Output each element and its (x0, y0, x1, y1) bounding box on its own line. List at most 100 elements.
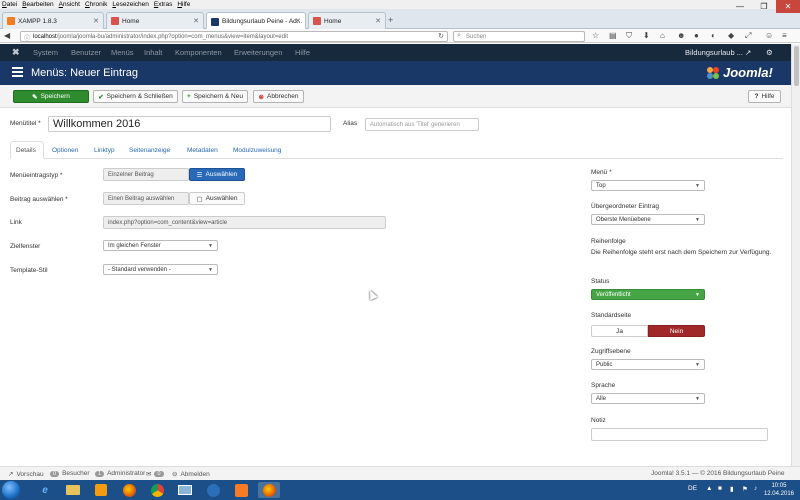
template-style-select[interactable]: - Standard verwenden - ▼ (103, 264, 218, 275)
thunderbird-icon[interactable] (202, 482, 224, 498)
media-player-icon[interactable] (90, 482, 112, 498)
extension-icon[interactable]: ◆ (728, 31, 734, 40)
reload-icon[interactable]: ↻ (438, 32, 444, 40)
language-indicator[interactable]: DE (688, 485, 697, 492)
save-close-button[interactable]: ✔ Speichern & Schließen (93, 90, 178, 103)
menu-title-input[interactable]: Willkommen 2016 (48, 116, 331, 132)
tab-optionen[interactable]: Optionen (47, 141, 83, 159)
default-yes-button[interactable]: Ja (591, 325, 648, 337)
home-icon[interactable]: ⌂ (660, 31, 665, 40)
messages-indicator[interactable]: ✉ 0 (146, 470, 167, 478)
admin-label: Administrator (107, 470, 146, 477)
download-icon[interactable]: ⬇ (643, 31, 650, 40)
logout-link[interactable]: ⊖ Abmelden (172, 470, 210, 479)
app-window-icon[interactable] (174, 482, 196, 498)
system-clock[interactable]: 10:05 12.04.2016 (764, 482, 794, 498)
tab-seitenanzeige[interactable]: Seitenanzeige (124, 141, 175, 159)
nav-hilfe[interactable]: Hilfe (295, 48, 310, 57)
nav-system[interactable]: System (33, 48, 58, 57)
maximize-button[interactable]: ❐ (752, 0, 776, 13)
save-button[interactable]: ✎ Speichern (13, 90, 89, 103)
menu-extras[interactable]: Extras (154, 1, 172, 8)
external-link-icon[interactable]: ↗ (745, 48, 751, 57)
joomla-brand-logo: Joomla! (706, 65, 773, 80)
firefox-active-icon[interactable] (258, 482, 280, 498)
help-button[interactable]: ? Hilfe (748, 90, 781, 103)
extension-icon[interactable]: ● (694, 31, 699, 40)
tab-metadaten[interactable]: Metadaten (182, 141, 223, 159)
tab-details[interactable]: Details (10, 141, 44, 159)
tray-app-icon[interactable]: ■ (718, 485, 722, 492)
select-type-button[interactable]: ☰ Auswählen (189, 168, 245, 181)
internet-explorer-icon[interactable]: e (34, 482, 56, 498)
pocket-icon[interactable]: ⛉ (626, 31, 632, 41)
save-new-button[interactable]: + Speichern & Neu (182, 90, 248, 103)
url-input[interactable]: ⓘ localhost/joomla/joomla-bu/administrat… (20, 31, 448, 42)
joomla-logo-icon[interactable]: ✖ (12, 47, 20, 58)
help-icon: ? (754, 93, 759, 100)
extension-icon[interactable]: ⤢ (745, 31, 751, 41)
nav-benutzer[interactable]: Benutzer (71, 48, 101, 57)
bookmark-star-icon[interactable]: ☆ (592, 31, 599, 40)
reading-list-icon[interactable]: ▤ (609, 31, 617, 40)
xampp-icon[interactable] (230, 482, 252, 498)
tab-modulzuweisung[interactable]: Modulzuweisung (228, 141, 286, 159)
menu-chronik[interactable]: Chronik (85, 1, 107, 8)
menu-datei[interactable]: Datei (2, 1, 17, 8)
flag-icon[interactable]: ⚑ (742, 485, 748, 493)
preview-link[interactable]: ↗ Vorschau (8, 470, 44, 479)
search-input[interactable]: ⌕ Suchen (453, 31, 585, 42)
nav-erweiterungen[interactable]: Erweiterungen (234, 48, 282, 57)
nav-menues[interactable]: Menüs (111, 48, 134, 57)
language-select[interactable]: Alle ▼ (591, 393, 705, 404)
close-icon[interactable]: ✕ (93, 17, 99, 25)
close-window-button[interactable]: ✕ (776, 0, 800, 13)
menu-lesezeichen[interactable]: Lesezeichen (112, 1, 149, 8)
nav-inhalt[interactable]: Inhalt (144, 48, 162, 57)
site-link[interactable]: Bildungsurlaub ... (685, 48, 743, 57)
menu-hilfe[interactable]: Hilfe (177, 1, 190, 8)
access-select[interactable]: Public ▼ (591, 359, 705, 370)
close-icon[interactable]: ✕ (375, 17, 381, 25)
firefox-icon[interactable] (118, 482, 140, 498)
volume-icon[interactable]: ♪ (754, 485, 757, 492)
start-button[interactable] (2, 481, 20, 499)
menu-ansicht[interactable]: Ansicht (59, 1, 80, 8)
user-menu-icon[interactable]: ⚙ (766, 48, 773, 57)
scrollbar-thumb[interactable] (794, 46, 799, 86)
default-no-button[interactable]: Nein (648, 325, 705, 337)
chat-icon[interactable]: ☺ (765, 31, 773, 40)
parent-item-select[interactable]: Oberste Menüebene ▼ (591, 214, 705, 225)
menu-bearbeiten[interactable]: Bearbeiten (22, 1, 53, 8)
page-scrollbar[interactable] (791, 44, 800, 466)
chrome-icon[interactable] (146, 482, 168, 498)
file-explorer-icon[interactable] (62, 482, 84, 498)
back-icon[interactable]: ◀ (4, 31, 10, 40)
template-style-label: Template-Stil (10, 267, 48, 274)
tab-linktyp[interactable]: Linktyp (89, 141, 120, 159)
menu-value: Top (596, 182, 606, 189)
browser-tab-admin[interactable]: Bildungsurlaub Peine - Ad... ✕ (206, 12, 306, 30)
hamburger-menu-icon[interactable]: ≡ (782, 31, 787, 40)
status-select[interactable]: Veröffentlicht ▼ (591, 289, 705, 300)
close-icon[interactable]: ✕ (193, 17, 199, 25)
minimize-button[interactable]: — (728, 0, 752, 13)
alias-input[interactable]: Automatisch aus 'Titel' generieren (365, 118, 479, 131)
extension-icon[interactable]: ◐ (711, 31, 716, 40)
target-window-select[interactable]: Im gleichen Fenster ▼ (103, 240, 218, 251)
nav-komponenten[interactable]: Komponenten (175, 48, 222, 57)
language-value: Alle (596, 395, 607, 402)
cancel-button[interactable]: ⊗ Abbrechen (253, 90, 304, 103)
menu-select[interactable]: Top ▼ (591, 180, 705, 191)
tray-expand-icon[interactable]: ▲ (706, 485, 712, 492)
note-input[interactable] (591, 428, 768, 441)
addon-icon[interactable]: ☻ (677, 31, 685, 40)
browser-tab-home-1[interactable]: Home ✕ (106, 12, 204, 29)
select-article-button[interactable]: ▢ Auswählen (189, 192, 245, 205)
copyright-text: Joomla! 3.5.1 — © 2016 Bildungsurlaub Pe… (651, 470, 785, 477)
browser-tab-xampp[interactable]: XAMPP 1.8.3 ✕ (2, 12, 104, 29)
new-tab-button[interactable]: + (388, 15, 393, 25)
close-icon[interactable]: ✕ (295, 17, 301, 25)
network-icon[interactable]: ▮ (730, 485, 734, 493)
browser-tab-home-2[interactable]: Home ✕ (308, 12, 386, 29)
